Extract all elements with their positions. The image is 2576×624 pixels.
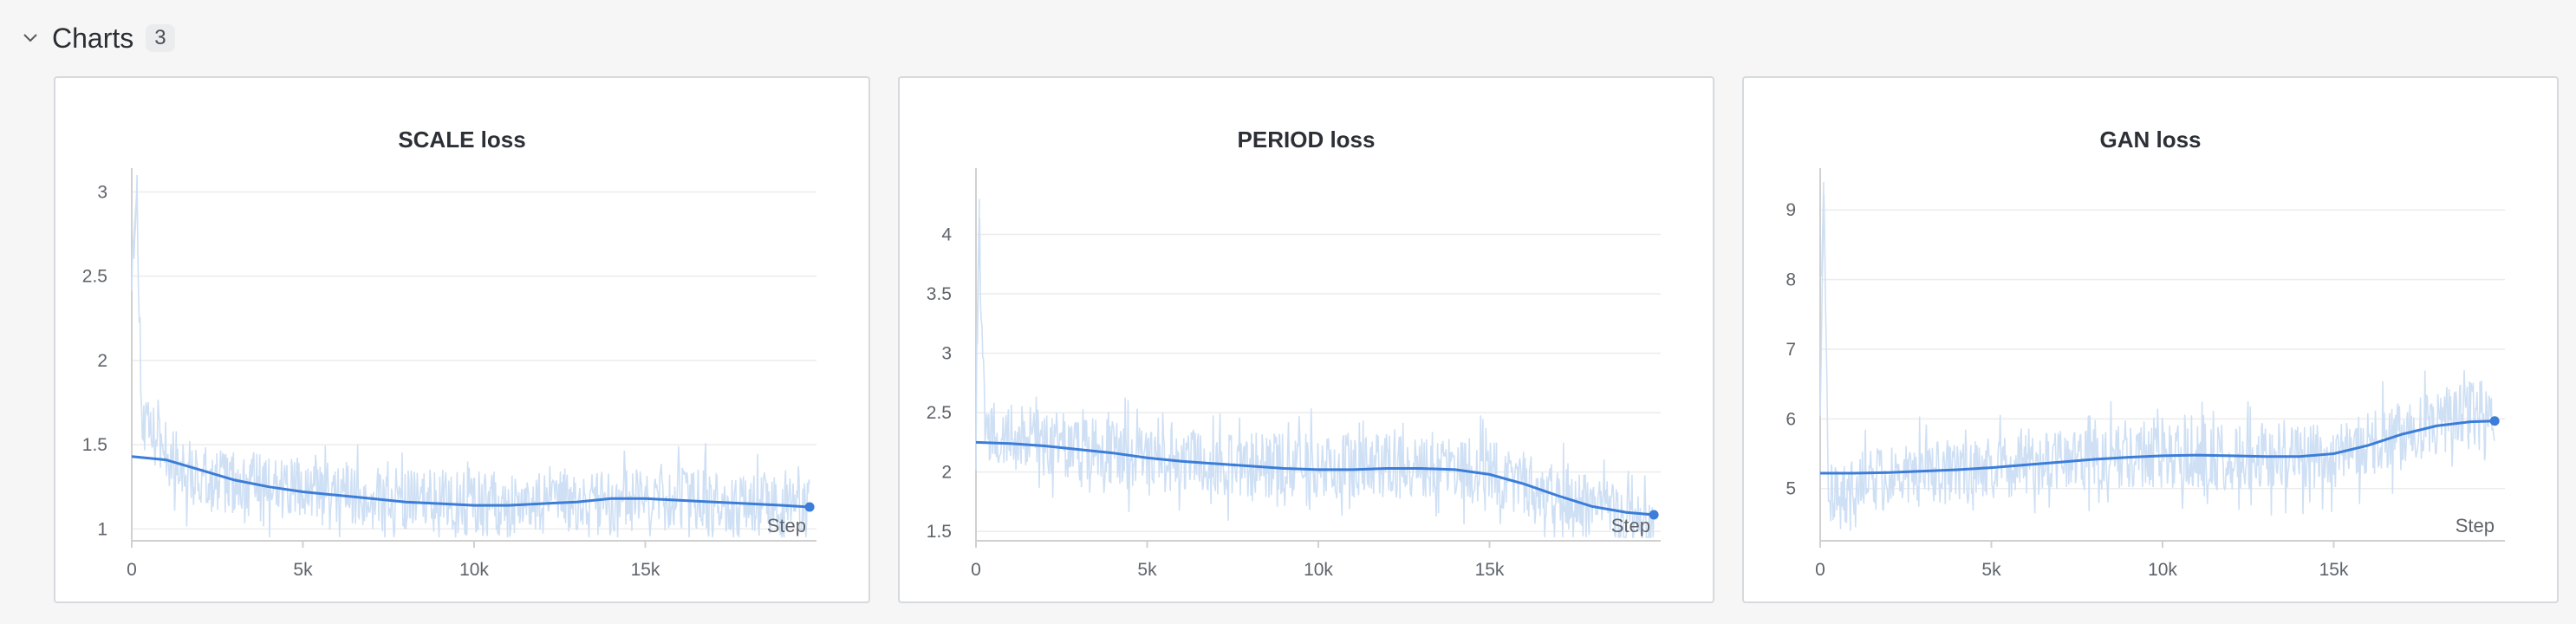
y-tick-label: 5 [1786,479,1796,499]
chart-panel-period-loss[interactable]: PERIOD loss 4 3.5 3 2.5 2 1.5 0 5k 10k 15k Step [898,76,1714,603]
section-title: Charts [52,22,134,54]
y-tick-label: 2 [97,351,107,371]
last-point-marker[interactable] [2489,416,2500,426]
raw-series-line [131,174,810,538]
charts-section-header[interactable]: Charts 3 [21,14,175,62]
x-axis-label: Step [2456,515,2495,536]
y-tick-label: 7 [1786,340,1796,360]
x-tick-label: 15k [1475,560,1505,580]
x-tick-label: 5k [293,560,313,580]
x-tick-label: 10k [2148,560,2177,580]
raw-series-line [975,198,1655,538]
y-tick-label: 3.5 [927,284,952,304]
y-tick-label: 2.5 [927,403,952,423]
x-tick-label: 15k [2319,560,2349,580]
x-tick-label: 10k [459,560,489,580]
chart-count-badge: 3 [146,24,175,52]
chart-plot[interactable]: 4 3.5 3 2.5 2 1.5 0 5k 10k 15k Step [900,78,1713,601]
chart-plot[interactable]: 9 8 7 6 5 0 5k 10k 15k Step [1744,78,2557,601]
y-tick-label: 1 [97,519,107,539]
y-tick-label: 1.5 [927,522,952,542]
y-tick-label: 8 [1786,270,1796,290]
x-axis-label: Step [1611,515,1650,536]
y-tick-label: 6 [1786,409,1796,429]
y-tick-label: 1.5 [82,435,107,455]
raw-series-line [1819,181,2495,531]
chart-panel-scale-loss[interactable]: SCALE loss 3 2.5 2 1.5 1 0 5k 10k 15k Step [54,76,870,603]
x-tick-label: 0 [127,560,137,580]
x-tick-label: 5k [1137,560,1157,580]
y-tick-label: 2 [941,463,952,483]
y-tick-label: 3 [97,182,107,202]
chevron-down-icon[interactable] [21,29,40,48]
x-tick-label: 0 [971,560,981,580]
y-tick-label: 2.5 [82,267,107,287]
chart-plot[interactable]: 3 2.5 2 1.5 1 0 5k 10k 15k Step [55,78,868,601]
y-tick-label: 4 [941,225,952,245]
last-point-marker[interactable] [1649,510,1659,520]
y-tick-label: 9 [1786,200,1796,220]
x-tick-label: 5k [1981,560,2001,580]
chart-panel-gan-loss[interactable]: GAN loss 9 8 7 6 5 0 5k 10k 15k Step [1742,76,2559,603]
x-tick-label: 0 [1815,560,1825,580]
x-tick-label: 10k [1304,560,1333,580]
y-tick-label: 3 [941,344,952,364]
x-axis-label: Step [767,515,806,536]
last-point-marker[interactable] [804,502,815,512]
x-tick-label: 15k [631,560,660,580]
